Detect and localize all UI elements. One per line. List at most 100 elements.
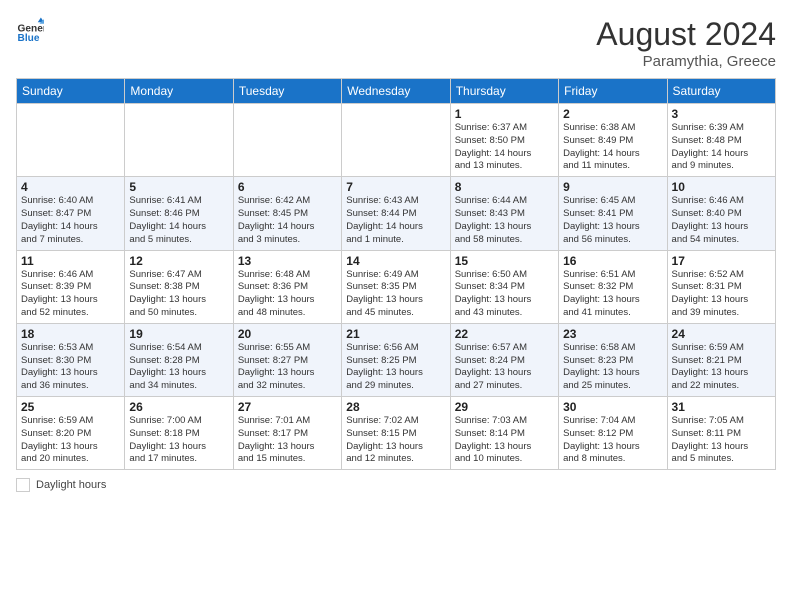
day-number: 16 — [563, 254, 662, 268]
day-info: Sunrise: 7:01 AMSunset: 8:17 PMDaylight:… — [238, 415, 337, 466]
day-info: Sunrise: 6:44 AMSunset: 8:43 PMDaylight:… — [455, 195, 554, 246]
legend: Daylight hours — [16, 478, 776, 492]
table-row: 30Sunrise: 7:04 AMSunset: 8:12 PMDayligh… — [559, 397, 667, 470]
table-row: 5Sunrise: 6:41 AMSunset: 8:46 PMDaylight… — [125, 177, 233, 250]
day-number: 19 — [129, 327, 228, 341]
col-wednesday: Wednesday — [342, 79, 450, 104]
day-info: Sunrise: 6:41 AMSunset: 8:46 PMDaylight:… — [129, 195, 228, 246]
table-row: 2Sunrise: 6:38 AMSunset: 8:49 PMDaylight… — [559, 104, 667, 177]
day-number: 20 — [238, 327, 337, 341]
table-row: 3Sunrise: 6:39 AMSunset: 8:48 PMDaylight… — [667, 104, 775, 177]
table-row: 22Sunrise: 6:57 AMSunset: 8:24 PMDayligh… — [450, 323, 558, 396]
day-info: Sunrise: 7:05 AMSunset: 8:11 PMDaylight:… — [672, 415, 771, 466]
title-block: August 2024 Paramythia, Greece — [596, 16, 776, 70]
table-row: 12Sunrise: 6:47 AMSunset: 8:38 PMDayligh… — [125, 250, 233, 323]
day-number: 29 — [455, 400, 554, 414]
col-thursday: Thursday — [450, 79, 558, 104]
table-row: 18Sunrise: 6:53 AMSunset: 8:30 PMDayligh… — [17, 323, 125, 396]
calendar-week-row: 18Sunrise: 6:53 AMSunset: 8:30 PMDayligh… — [17, 323, 776, 396]
table-row: 31Sunrise: 7:05 AMSunset: 8:11 PMDayligh… — [667, 397, 775, 470]
day-number: 11 — [21, 254, 120, 268]
day-number: 22 — [455, 327, 554, 341]
table-row: 28Sunrise: 7:02 AMSunset: 8:15 PMDayligh… — [342, 397, 450, 470]
day-number: 12 — [129, 254, 228, 268]
day-number: 7 — [346, 180, 445, 194]
day-info: Sunrise: 6:46 AMSunset: 8:39 PMDaylight:… — [21, 269, 120, 320]
day-number: 26 — [129, 400, 228, 414]
day-number: 30 — [563, 400, 662, 414]
logo: General Blue — [16, 16, 44, 44]
table-row: 7Sunrise: 6:43 AMSunset: 8:44 PMDaylight… — [342, 177, 450, 250]
logo-icon: General Blue — [16, 16, 44, 44]
table-row: 10Sunrise: 6:46 AMSunset: 8:40 PMDayligh… — [667, 177, 775, 250]
table-row: 29Sunrise: 7:03 AMSunset: 8:14 PMDayligh… — [450, 397, 558, 470]
day-number: 27 — [238, 400, 337, 414]
day-number: 21 — [346, 327, 445, 341]
day-info: Sunrise: 6:57 AMSunset: 8:24 PMDaylight:… — [455, 342, 554, 393]
day-info: Sunrise: 6:58 AMSunset: 8:23 PMDaylight:… — [563, 342, 662, 393]
col-friday: Friday — [559, 79, 667, 104]
table-row: 9Sunrise: 6:45 AMSunset: 8:41 PMDaylight… — [559, 177, 667, 250]
table-row: 17Sunrise: 6:52 AMSunset: 8:31 PMDayligh… — [667, 250, 775, 323]
day-number: 15 — [455, 254, 554, 268]
day-info: Sunrise: 6:52 AMSunset: 8:31 PMDaylight:… — [672, 269, 771, 320]
table-row — [342, 104, 450, 177]
day-info: Sunrise: 6:56 AMSunset: 8:25 PMDaylight:… — [346, 342, 445, 393]
table-row: 24Sunrise: 6:59 AMSunset: 8:21 PMDayligh… — [667, 323, 775, 396]
col-tuesday: Tuesday — [233, 79, 341, 104]
day-info: Sunrise: 6:42 AMSunset: 8:45 PMDaylight:… — [238, 195, 337, 246]
svg-text:Blue: Blue — [18, 33, 40, 44]
day-number: 31 — [672, 400, 771, 414]
day-info: Sunrise: 6:40 AMSunset: 8:47 PMDaylight:… — [21, 195, 120, 246]
day-number: 8 — [455, 180, 554, 194]
day-number: 4 — [21, 180, 120, 194]
table-row: 8Sunrise: 6:44 AMSunset: 8:43 PMDaylight… — [450, 177, 558, 250]
day-info: Sunrise: 7:02 AMSunset: 8:15 PMDaylight:… — [346, 415, 445, 466]
calendar-week-row: 11Sunrise: 6:46 AMSunset: 8:39 PMDayligh… — [17, 250, 776, 323]
day-number: 18 — [21, 327, 120, 341]
table-row: 25Sunrise: 6:59 AMSunset: 8:20 PMDayligh… — [17, 397, 125, 470]
day-info: Sunrise: 7:00 AMSunset: 8:18 PMDaylight:… — [129, 415, 228, 466]
table-row: 27Sunrise: 7:01 AMSunset: 8:17 PMDayligh… — [233, 397, 341, 470]
day-number: 1 — [455, 107, 554, 121]
table-row: 26Sunrise: 7:00 AMSunset: 8:18 PMDayligh… — [125, 397, 233, 470]
table-row: 23Sunrise: 6:58 AMSunset: 8:23 PMDayligh… — [559, 323, 667, 396]
day-number: 10 — [672, 180, 771, 194]
day-info: Sunrise: 6:49 AMSunset: 8:35 PMDaylight:… — [346, 269, 445, 320]
calendar-week-row: 25Sunrise: 6:59 AMSunset: 8:20 PMDayligh… — [17, 397, 776, 470]
day-number: 25 — [21, 400, 120, 414]
table-row: 21Sunrise: 6:56 AMSunset: 8:25 PMDayligh… — [342, 323, 450, 396]
table-row: 4Sunrise: 6:40 AMSunset: 8:47 PMDaylight… — [17, 177, 125, 250]
day-number: 2 — [563, 107, 662, 121]
day-info: Sunrise: 6:48 AMSunset: 8:36 PMDaylight:… — [238, 269, 337, 320]
table-row — [233, 104, 341, 177]
day-info: Sunrise: 6:38 AMSunset: 8:49 PMDaylight:… — [563, 122, 662, 173]
table-row: 13Sunrise: 6:48 AMSunset: 8:36 PMDayligh… — [233, 250, 341, 323]
day-number: 6 — [238, 180, 337, 194]
day-info: Sunrise: 6:46 AMSunset: 8:40 PMDaylight:… — [672, 195, 771, 246]
table-row: 11Sunrise: 6:46 AMSunset: 8:39 PMDayligh… — [17, 250, 125, 323]
day-number: 17 — [672, 254, 771, 268]
day-number: 28 — [346, 400, 445, 414]
day-number: 5 — [129, 180, 228, 194]
day-info: Sunrise: 6:59 AMSunset: 8:20 PMDaylight:… — [21, 415, 120, 466]
day-info: Sunrise: 6:37 AMSunset: 8:50 PMDaylight:… — [455, 122, 554, 173]
day-number: 13 — [238, 254, 337, 268]
day-number: 23 — [563, 327, 662, 341]
location-subtitle: Paramythia, Greece — [596, 53, 776, 70]
col-monday: Monday — [125, 79, 233, 104]
day-info: Sunrise: 6:47 AMSunset: 8:38 PMDaylight:… — [129, 269, 228, 320]
calendar-week-row: 4Sunrise: 6:40 AMSunset: 8:47 PMDaylight… — [17, 177, 776, 250]
table-row: 15Sunrise: 6:50 AMSunset: 8:34 PMDayligh… — [450, 250, 558, 323]
day-number: 14 — [346, 254, 445, 268]
table-row — [17, 104, 125, 177]
table-row: 16Sunrise: 6:51 AMSunset: 8:32 PMDayligh… — [559, 250, 667, 323]
day-info: Sunrise: 6:51 AMSunset: 8:32 PMDaylight:… — [563, 269, 662, 320]
legend-label: Daylight hours — [36, 479, 106, 491]
day-info: Sunrise: 6:54 AMSunset: 8:28 PMDaylight:… — [129, 342, 228, 393]
day-info: Sunrise: 6:50 AMSunset: 8:34 PMDaylight:… — [455, 269, 554, 320]
table-row: 19Sunrise: 6:54 AMSunset: 8:28 PMDayligh… — [125, 323, 233, 396]
day-number: 3 — [672, 107, 771, 121]
col-saturday: Saturday — [667, 79, 775, 104]
month-year-title: August 2024 — [596, 16, 776, 53]
